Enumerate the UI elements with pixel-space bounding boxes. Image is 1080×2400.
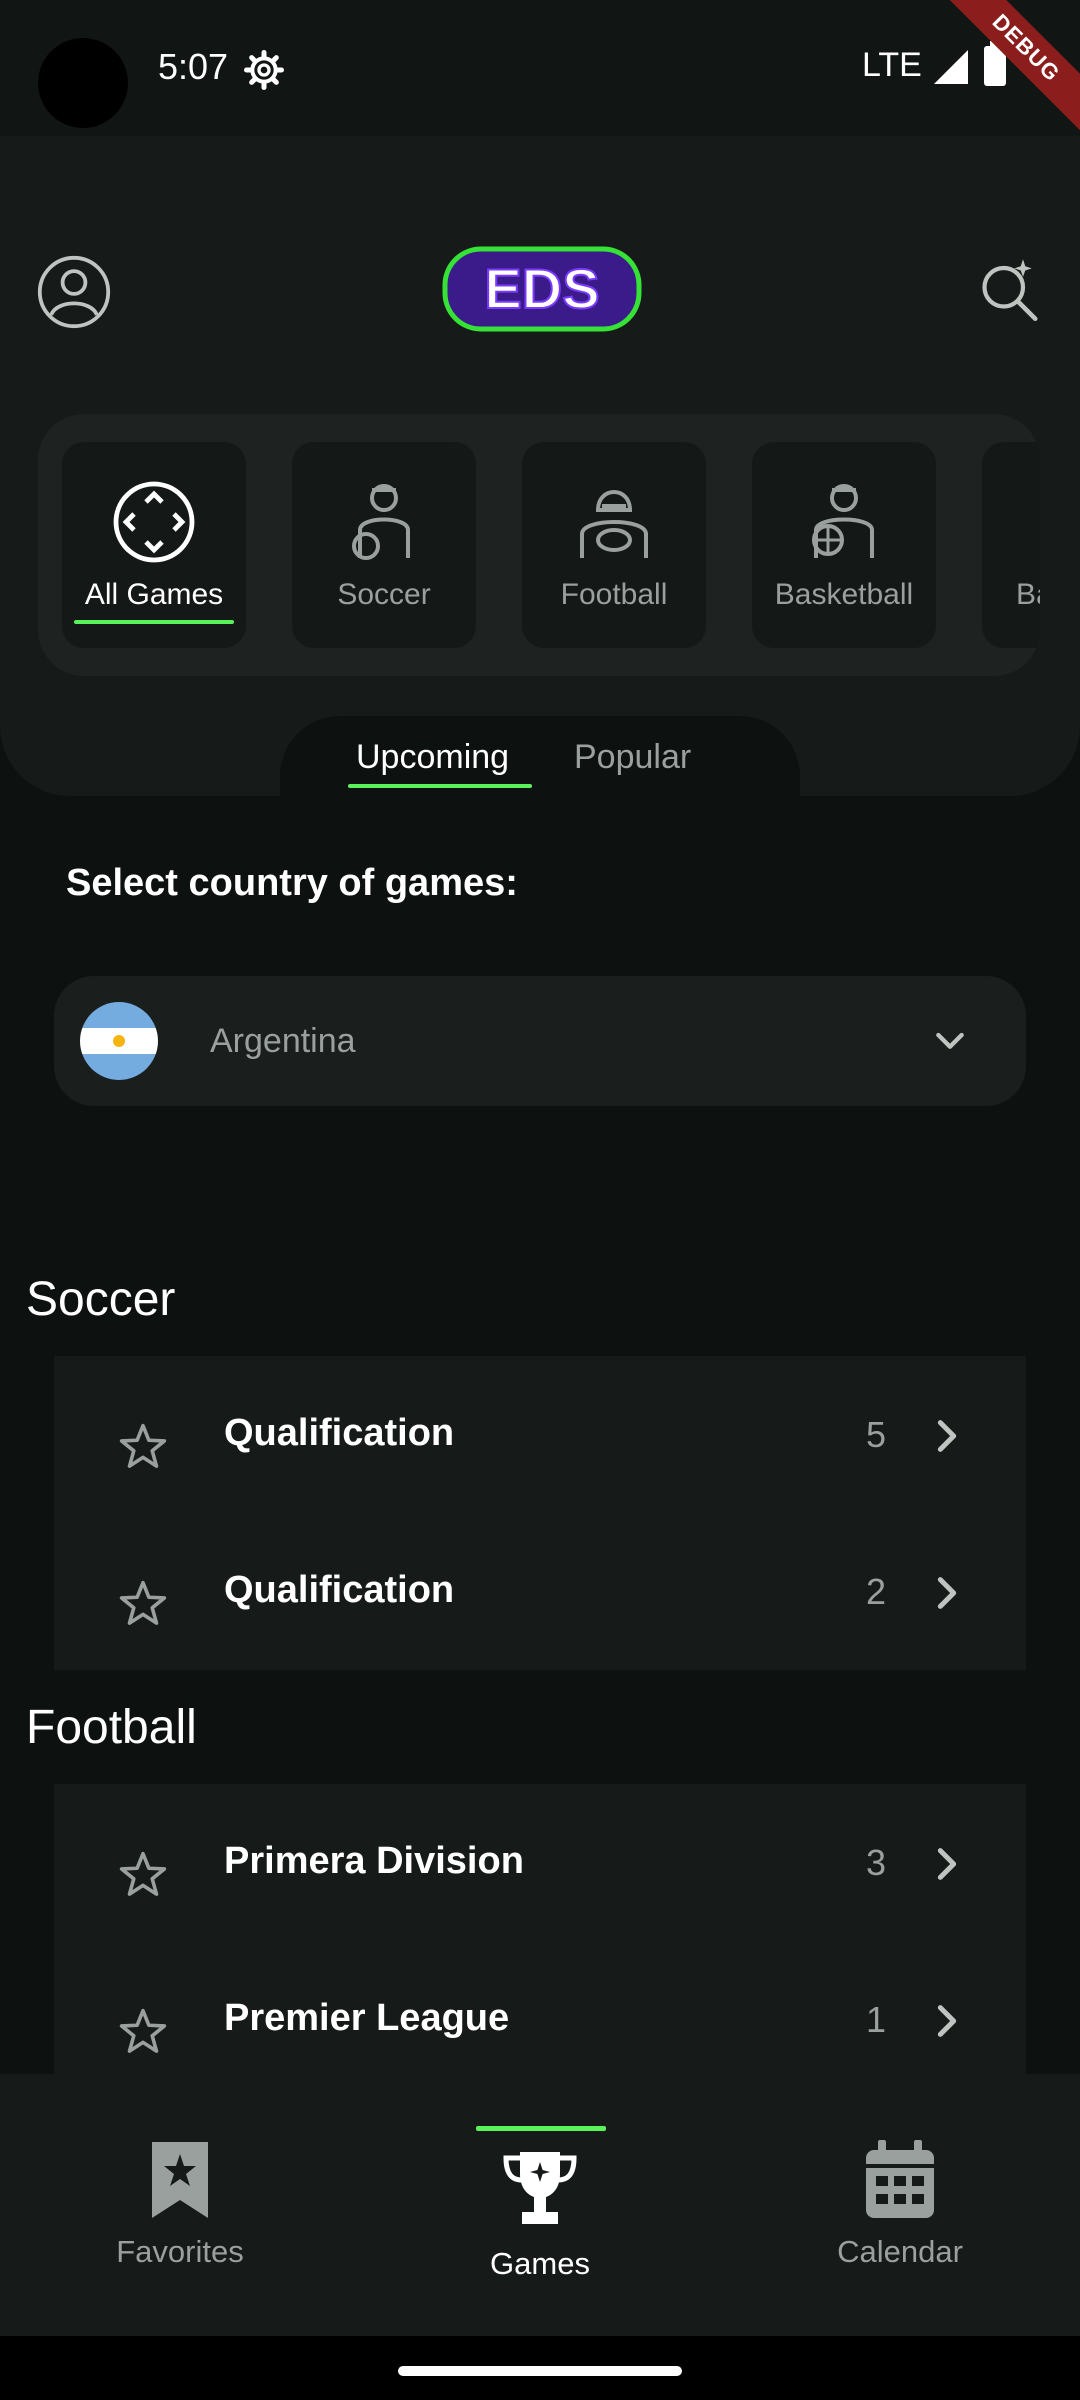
nav-favorites[interactable]: Favorites [0, 2074, 360, 2336]
nav-label: Calendar [837, 2234, 963, 2269]
sport-active-indicator [74, 620, 234, 624]
sport-tile-partial[interactable]: # Ba [982, 442, 1040, 648]
nav-calendar[interactable]: Calendar [720, 2074, 1080, 2336]
league-name: Premier League [224, 1997, 510, 2039]
league-list-soccer: Qualification 5 Qualification 2 [54, 1356, 1026, 1670]
league-name: Primera Division [224, 1840, 524, 1882]
league-row[interactable]: Premier League 1 [54, 1941, 1026, 2074]
league-count: 2 [866, 1571, 887, 1612]
calendar-icon [866, 2140, 934, 2218]
chevron-right-icon [937, 1577, 957, 1609]
home-gesture-bar[interactable] [398, 2366, 682, 2376]
league-list-football: Primera Division 3 Premier League 1 [54, 1784, 1026, 2074]
chevron-right-icon [937, 2005, 957, 2037]
header: EDS All Games Soccer Football Basketball… [0, 136, 1080, 796]
status-time: 5:07 [158, 46, 229, 87]
sport-label: Soccer [337, 578, 431, 611]
selected-country: Argentina [210, 1022, 356, 1060]
sport-label: All Games [84, 578, 224, 611]
tab-active-indicator [348, 784, 532, 788]
all-games-icon [113, 481, 195, 563]
system-gesture-area [0, 2336, 1080, 2400]
favorite-star-icon[interactable] [116, 2005, 170, 2059]
profile-icon[interactable] [36, 254, 112, 330]
search-sparkle-icon[interactable] [974, 254, 1044, 324]
chevron-right-icon [937, 1420, 957, 1452]
logo-text: EDS [484, 257, 599, 320]
favorite-star-icon[interactable] [116, 1848, 170, 1902]
favorite-star-icon[interactable] [116, 1420, 170, 1474]
section-title-football: Football [26, 1701, 197, 1754]
sport-tile-football[interactable]: Football [522, 442, 706, 648]
nav-label: Favorites [116, 2234, 244, 2269]
nav-label: Games [490, 2246, 590, 2281]
football-player-icon [580, 490, 648, 558]
country-dropdown[interactable]: Argentina [54, 976, 1026, 1106]
sport-tile-soccer[interactable]: Soccer [292, 442, 476, 648]
country-select-title: Select country of games: [66, 862, 518, 904]
sport-label: Basketball [774, 578, 914, 611]
status-bar: 5:07 LTE DEBUG [0, 0, 1080, 140]
eds-logo: EDS [442, 246, 642, 332]
signal-icon [934, 50, 968, 84]
trophy-icon [503, 2152, 577, 2224]
nav-games[interactable]: Games [360, 2074, 720, 2336]
league-row[interactable]: Qualification 5 [54, 1356, 1026, 1513]
settings-gear-icon [244, 50, 284, 90]
basketball-player-icon [812, 484, 874, 558]
league-count: 5 [866, 1414, 887, 1455]
league-count: 1 [866, 1999, 887, 2040]
section-title-soccer: Soccer [26, 1273, 176, 1326]
favorite-star-icon[interactable] [116, 1577, 170, 1631]
league-name: Qualification [224, 1569, 455, 1611]
sport-category-strip[interactable]: All Games Soccer Football Basketball # B [38, 414, 1040, 676]
league-row[interactable]: Primera Division 3 [54, 1784, 1026, 1941]
tab-upcoming[interactable]: Upcoming [356, 738, 509, 777]
bookmark-star-icon [152, 2142, 208, 2218]
sport-label: Ba [1016, 578, 1040, 611]
sport-label: Football [560, 578, 668, 611]
bottom-navigation: Favorites Games Calendar [0, 2074, 1080, 2336]
network-type: LTE [862, 46, 922, 84]
tab-popular[interactable]: Popular [574, 738, 691, 777]
partial-sport-icon: # [1030, 478, 1040, 566]
chevron-right-icon [937, 1848, 957, 1880]
nav-active-indicator [476, 2126, 606, 2131]
league-name: Qualification [224, 1412, 455, 1454]
sport-tile-basketball[interactable]: Basketball [752, 442, 936, 648]
argentina-flag-icon [80, 1002, 158, 1080]
league-count: 3 [866, 1842, 887, 1883]
soccer-player-icon [352, 484, 410, 560]
chevron-down-icon [936, 1032, 964, 1049]
sport-tile-all-games[interactable]: All Games [62, 442, 246, 648]
league-row[interactable]: Qualification 2 [54, 1513, 1026, 1670]
camera-cutout [38, 38, 128, 128]
